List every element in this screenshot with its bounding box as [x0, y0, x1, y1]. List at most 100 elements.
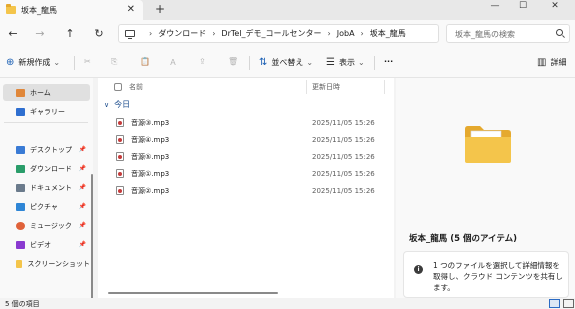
- pin-icon: 📌: [78, 241, 86, 248]
- sidebar-item-documents[interactable]: ドキュメント 📌: [3, 179, 90, 196]
- title-bar: 坂本_龍馬 ✕ + — ☐ ✕: [0, 0, 575, 20]
- horizontal-scrollbar[interactable]: [98, 290, 394, 295]
- details-view-button[interactable]: [549, 299, 560, 308]
- tiles-view-button[interactable]: [563, 299, 574, 308]
- cut-button[interactable]: ✂: [84, 57, 91, 66]
- home-icon: [16, 88, 25, 97]
- column-divider[interactable]: [384, 80, 385, 94]
- sidebar-item-label: ギャラリー: [30, 107, 65, 116]
- details-pane: 坂本_龍馬 (5 個のアイテム) i 1 つのファイルを選択して詳細情報を取得し…: [396, 78, 575, 298]
- view-button[interactable]: ☰ 表示 ⌄: [326, 57, 365, 68]
- sort-button[interactable]: ⇅ 並べ替え ⌄: [259, 57, 313, 68]
- rename-button[interactable]: Ａ: [169, 57, 177, 68]
- chevron-down-icon: ⌄: [357, 58, 365, 67]
- file-name: 音源②.mp3: [131, 186, 170, 195]
- refresh-button[interactable]: ↻: [91, 26, 107, 42]
- delete-button[interactable]: 🗑: [228, 57, 238, 66]
- list-item[interactable]: 音源④.mp3 2025/11/05 15:26: [116, 132, 376, 147]
- divider: [4, 122, 88, 123]
- sidebar-item-desktop[interactable]: デスクトップ 📌: [3, 141, 90, 158]
- close-window-button[interactable]: ✕: [541, 0, 569, 16]
- audio-file-icon: [116, 169, 124, 178]
- folder-preview-icon: [465, 126, 511, 163]
- breadcrumb-joba[interactable]: JobA: [337, 29, 355, 38]
- status-bar: 5 個の項目: [0, 298, 575, 309]
- column-header-date[interactable]: 更新日時: [312, 82, 340, 92]
- paste-button[interactable]: 📋: [140, 57, 150, 66]
- more-options-button[interactable]: ···: [384, 57, 393, 66]
- sidebar-item-label: ホーム: [30, 88, 51, 97]
- file-name: 音源⑤.mp3: [131, 152, 170, 161]
- back-button[interactable]: ←: [5, 26, 21, 42]
- sidebar-scrollbar[interactable]: [91, 174, 93, 309]
- divider: [249, 56, 250, 70]
- documents-icon: [16, 183, 25, 192]
- file-date: 2025/11/05 15:26: [312, 186, 375, 195]
- gallery-icon: [16, 107, 25, 116]
- sidebar-item-gallery[interactable]: ギャラリー: [3, 103, 90, 120]
- forward-button[interactable]: →: [32, 26, 48, 42]
- audio-file-icon: [116, 186, 124, 195]
- chevron-down-icon: ⌄: [53, 58, 61, 67]
- tab-current[interactable]: 坂本_龍馬 ✕: [0, 0, 143, 20]
- audio-file-icon: [116, 152, 124, 161]
- file-date: 2025/11/05 15:26: [312, 152, 375, 161]
- sidebar-item-label: ダウンロード: [30, 164, 72, 173]
- pin-icon: 📌: [78, 146, 86, 153]
- videos-icon: [16, 240, 25, 249]
- column-divider[interactable]: [306, 80, 307, 94]
- up-button[interactable]: ↑: [62, 26, 78, 42]
- divider: [74, 56, 75, 70]
- list-item[interactable]: 音源⑤.mp3 2025/11/05 15:26: [116, 149, 376, 164]
- list-item[interactable]: 音源③.mp3 2025/11/05 15:26: [116, 115, 376, 130]
- music-icon: [16, 221, 25, 230]
- minimize-button[interactable]: —: [481, 0, 509, 16]
- scrollbar-thumb[interactable]: [108, 292, 278, 294]
- maximize-button[interactable]: ☐: [509, 0, 537, 16]
- new-tab-button[interactable]: +: [155, 2, 165, 16]
- chevron-right-icon: ›: [212, 29, 216, 38]
- sidebar-item-label: ドキュメント: [30, 183, 72, 192]
- details-pane-button[interactable]: ▥ 詳細: [537, 57, 566, 68]
- list-item[interactable]: 音源②.mp3 2025/11/05 15:26: [116, 183, 376, 198]
- divider: [374, 56, 375, 70]
- chevron-right-icon: ›: [360, 29, 364, 38]
- group-header-today[interactable]: ∨ 今日: [104, 99, 130, 110]
- sidebar-item-screenshots[interactable]: スクリーンショット: [3, 255, 90, 272]
- sidebar-item-downloads[interactable]: ダウンロード 📌: [3, 160, 90, 177]
- audio-file-icon: [116, 118, 124, 127]
- breadcrumb-drtel[interactable]: DrTel_デモ_コールセンター: [221, 28, 321, 39]
- breadcrumb-current[interactable]: 坂本_龍馬: [370, 28, 406, 39]
- column-header-name[interactable]: 名前: [129, 82, 143, 92]
- tab-close-button[interactable]: ✕: [127, 4, 135, 15]
- search-input[interactable]: 坂本_龍馬の検索: [446, 24, 570, 43]
- select-all-checkbox[interactable]: [114, 83, 122, 91]
- list-item[interactable]: 音源①.mp3 2025/11/05 15:26: [116, 166, 376, 181]
- sidebar-item-videos[interactable]: ビデオ 📌: [3, 236, 90, 253]
- details-label: 詳細: [550, 58, 567, 67]
- address-bar[interactable]: › ダウンロード › DrTel_デモ_コールセンター › JobA › 坂本_…: [118, 24, 439, 43]
- breadcrumb-downloads[interactable]: ダウンロード: [158, 28, 206, 39]
- details-info-text: 1 つのファイルを選択して詳細情報を取得し、クラウド コンテンツを共有します。: [433, 261, 563, 292]
- sidebar-item-pictures[interactable]: ピクチャ 📌: [3, 198, 90, 215]
- file-date: 2025/11/05 15:26: [312, 118, 375, 127]
- share-button[interactable]: ⇪: [199, 57, 206, 66]
- copy-button[interactable]: ⎘: [111, 57, 117, 67]
- new-button[interactable]: ⊕ 新規作成 ⌄: [6, 57, 60, 68]
- item-count: 5 個の項目: [5, 300, 40, 308]
- details-info-box: i 1 つのファイルを選択して詳細情報を取得し、クラウド コンテンツを共有します…: [403, 251, 569, 298]
- computer-icon: [125, 30, 135, 39]
- pin-icon: 📌: [78, 222, 86, 229]
- plus-icon: ⊕: [6, 57, 15, 68]
- new-label: 新規作成: [18, 58, 51, 67]
- file-name: 音源③.mp3: [131, 118, 170, 127]
- pin-icon: 📌: [78, 165, 86, 172]
- info-icon: i: [414, 265, 423, 274]
- pictures-icon: [16, 202, 25, 211]
- folder-icon: [6, 4, 16, 14]
- sidebar-item-music[interactable]: ミュージック 📌: [3, 217, 90, 234]
- search-placeholder: 坂本_龍馬の検索: [455, 30, 515, 39]
- sidebar-item-home[interactable]: ホーム: [3, 84, 90, 101]
- sidebar-item-label: デスクトップ: [30, 145, 72, 154]
- audio-file-icon: [116, 135, 124, 144]
